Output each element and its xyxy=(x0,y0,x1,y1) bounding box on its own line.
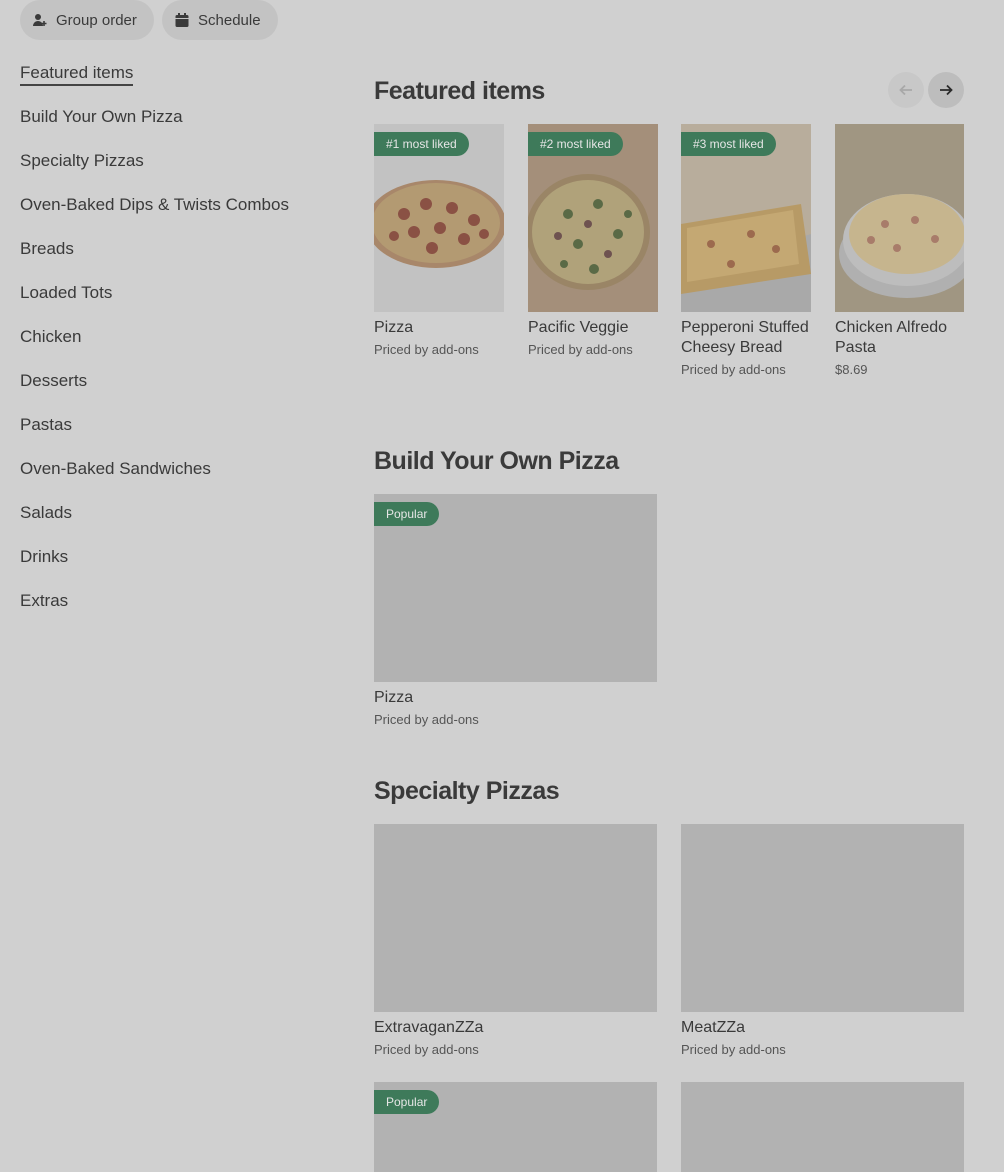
nav-item-drinks[interactable]: Drinks xyxy=(20,546,289,590)
nav-item-loaded-tots[interactable]: Loaded Tots xyxy=(20,282,289,326)
nav-item-specialty-pizzas[interactable]: Specialty Pizzas xyxy=(20,150,289,194)
featured-item-card[interactable]: #3 most liked Pepperoni Stuffed Cheesy B… xyxy=(681,124,811,378)
nav-item-featured-items[interactable]: Featured items xyxy=(20,62,289,106)
featured-item-card[interactable]: #2 most liked Pacific Veggie Priced by a… xyxy=(528,124,658,358)
featured-item-card[interactable]: Chicken Alfredo Pasta $8.69 xyxy=(835,124,964,378)
category-nav: Featured items Build Your Own Pizza Spec… xyxy=(20,62,289,634)
featured-item-card[interactable]: #1 most liked Pizza Priced by add-ons xyxy=(374,124,504,358)
menu-item-card[interactable]: ExtravaganZZa Priced by add-ons xyxy=(374,824,657,1058)
nav-item-dips-twists-combos[interactable]: Oven-Baked Dips & Twists Combos xyxy=(20,194,289,238)
veggie-pizza-image: #2 most liked xyxy=(528,124,658,312)
item-price: $8.69 xyxy=(835,362,868,377)
build-your-own-pizza-heading: Build Your Own Pizza xyxy=(374,447,619,475)
item-name: Chicken Alfredo Pasta xyxy=(835,319,948,356)
nav-item-salads[interactable]: Salads xyxy=(20,502,289,546)
nav-item-extras[interactable]: Extras xyxy=(20,590,289,634)
nav-item-chicken[interactable]: Chicken xyxy=(20,326,289,370)
most-liked-badge: #1 most liked xyxy=(374,132,469,156)
item-name: ExtravaganZZa xyxy=(374,1019,484,1036)
nav-item-pastas[interactable]: Pastas xyxy=(20,414,289,458)
nav-item-oven-baked-sandwiches[interactable]: Oven-Baked Sandwiches xyxy=(20,458,289,502)
item-name: Pepperoni Stuffed Cheesy Bread xyxy=(681,319,809,356)
most-liked-badge: #3 most liked xyxy=(681,132,776,156)
item-image-placeholder xyxy=(681,824,964,1012)
item-price: Priced by add-ons xyxy=(681,362,786,377)
item-name: Pizza xyxy=(374,319,414,336)
person-add-icon xyxy=(33,14,47,26)
nav-item-desserts[interactable]: Desserts xyxy=(20,370,289,414)
item-name: Pacific Veggie xyxy=(528,319,629,336)
item-image-placeholder: Popular xyxy=(374,494,657,682)
arrow-right-icon xyxy=(940,84,953,96)
featured-items-heading: Featured items xyxy=(374,77,545,105)
item-image-placeholder xyxy=(374,824,657,1012)
item-price: Priced by add-ons xyxy=(374,342,479,357)
item-price: Priced by add-ons xyxy=(528,342,633,357)
alfredo-pasta-image xyxy=(835,124,964,312)
popular-badge: Popular xyxy=(374,502,440,526)
item-name: Pizza xyxy=(374,689,414,706)
item-name: MeatZZa xyxy=(681,1019,746,1036)
cheesy-bread-image: #3 most liked xyxy=(681,124,811,312)
item-image-placeholder xyxy=(681,1082,964,1172)
nav-item-build-your-own-pizza[interactable]: Build Your Own Pizza xyxy=(20,106,289,150)
group-order-label: Group order xyxy=(56,11,137,29)
carousel-next-button[interactable] xyxy=(928,72,964,108)
popular-badge: Popular xyxy=(374,1090,440,1114)
arrow-left-icon xyxy=(899,84,912,96)
item-image-placeholder: Popular xyxy=(374,1082,657,1172)
menu-item-card[interactable] xyxy=(681,1082,964,1172)
item-price: Priced by add-ons xyxy=(374,712,479,727)
menu-item-card[interactable]: MeatZZa Priced by add-ons xyxy=(681,824,964,1058)
menu-item-card[interactable]: Popular xyxy=(374,1082,657,1172)
schedule-button[interactable]: Schedule xyxy=(162,0,278,40)
schedule-label: Schedule xyxy=(198,11,261,29)
item-price: Priced by add-ons xyxy=(681,1042,786,1057)
menu-item-card[interactable]: Popular Pizza Priced by add-ons xyxy=(374,494,657,728)
most-liked-badge: #2 most liked xyxy=(528,132,623,156)
nav-item-breads[interactable]: Breads xyxy=(20,238,289,282)
group-order-button[interactable]: Group order xyxy=(20,0,154,40)
item-price: Priced by add-ons xyxy=(374,1042,479,1057)
specialty-pizzas-heading: Specialty Pizzas xyxy=(374,777,560,805)
carousel-prev-button[interactable] xyxy=(888,72,924,108)
pepperoni-pizza-image: #1 most liked xyxy=(374,124,504,312)
calendar-icon xyxy=(175,13,189,27)
